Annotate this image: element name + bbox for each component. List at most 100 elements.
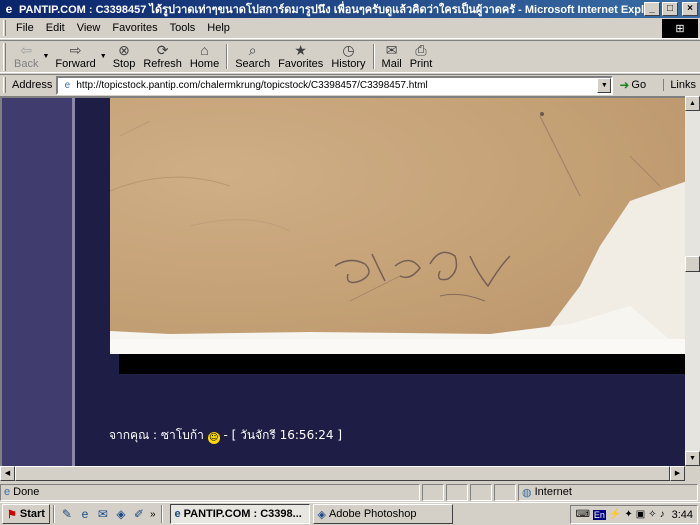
favorites-folder-icon: ★ [294,42,307,58]
system-tray: ⌨ En ⚡ ✦ ▣ ✧ ♪ 3:44 [570,505,698,524]
go-arrow-icon: ➜ [619,78,630,92]
title-bar: e PANTIP.COM : C3398457 ได้รูปวาดเท่าๆขน… [0,0,700,18]
task-photoshop[interactable]: ◈ Adobe Photoshop [312,504,453,524]
tool-quicklaunch-icon[interactable]: ✐ [130,505,148,523]
show-desktop-icon[interactable]: ✎ [58,505,76,523]
address-url[interactable]: http://topicstock.pantip.com/chalermkrun… [76,80,597,91]
status-text-cell: e Done [0,483,420,501]
ie-task-icon: e [174,508,181,520]
window-title: PANTIP.COM : C3398457 ได้รูปวาดเท่าๆขนาด… [19,4,644,16]
monitor-icon[interactable]: ▣ [636,509,645,520]
menu-edit[interactable]: Edit [40,22,71,34]
refresh-label: Refresh [143,58,182,70]
menu-grip[interactable] [3,20,6,36]
tray-app-icon[interactable]: ✦ [624,509,632,520]
favorites-button[interactable]: ★ Favorites [274,41,327,72]
keyboard-icon[interactable]: ⌨ [575,509,589,520]
search-icon: ⌕ [248,42,257,58]
left-sidebar-panel [2,98,72,466]
ie-quicklaunch-icon[interactable]: e [76,505,94,523]
horizontal-scroll-thumb[interactable] [15,466,670,481]
quicklaunch-more-icon[interactable]: » [150,509,156,520]
forward-dropdown-icon[interactable]: ▼ [100,53,107,60]
toolbar: ⇦ Back ▼ ⇨ Forward ▼ ⊗ Stop ⟳ Refresh ⌂ … [0,40,700,73]
clock[interactable]: 3:44 [672,509,693,521]
start-button[interactable]: ⚑ Start [2,504,50,524]
smiley-icon: ☺ [207,432,220,444]
windows-logo-icon: ⊞ [662,19,698,38]
favorites-label: Favorites [278,58,324,70]
address-dropdown-icon[interactable]: ▼ [597,77,612,93]
print-label: Print [409,58,433,70]
page-content: จากคุณ : ซาโบก้า ☺ - [ วันจักรี 16:56:24… [0,96,685,466]
back-button[interactable]: ⇦ Back [10,41,42,72]
toolbar-separator [226,44,229,69]
status-bar: e Done ◍ Internet [0,482,700,502]
history-label: History [331,58,366,70]
printer-icon: ⎙ [415,42,427,58]
menu-view[interactable]: View [71,22,107,34]
status-cell-empty [446,483,468,501]
vertical-scrollbar[interactable]: ▲ ▼ [685,96,700,466]
refresh-icon: ⟳ [156,42,169,58]
left-panel-border [72,98,75,466]
language-indicator[interactable]: En [592,509,606,520]
go-button[interactable]: ➜ Go [619,78,646,92]
windows-flag-icon: ⚑ [7,508,17,521]
taskbar-separator [160,505,163,523]
start-label: Start [19,508,45,520]
search-label: Search [235,58,271,70]
postcard-drawing-image [110,98,685,354]
toolbar-grip[interactable] [3,42,6,71]
print-button[interactable]: ⎙ Print [406,41,437,72]
post-author: จากคุณ : ซาโบก้า [109,428,204,442]
scrollbar-corner [685,466,700,481]
status-cell-empty [470,483,492,501]
history-icon: ◷ [342,42,355,58]
menu-file[interactable]: File [10,22,40,34]
taskbar-separator [52,505,55,523]
scroll-up-icon[interactable]: ▲ [685,96,700,111]
back-label: Back [14,58,39,70]
home-button[interactable]: ⌂ Home [186,41,223,72]
forward-button[interactable]: ⇨ Forward [51,41,99,72]
task-photoshop-label: Adobe Photoshop [328,508,417,520]
scroll-down-icon[interactable]: ▼ [685,451,700,466]
search-button[interactable]: ⌕ Search [231,41,274,72]
menu-favorites[interactable]: Favorites [106,22,163,34]
close-button[interactable]: × [682,2,698,16]
forward-label: Forward [55,58,96,70]
photoshop-quicklaunch-icon[interactable]: ◈ [112,505,130,523]
back-arrow-icon: ⇦ [20,42,33,58]
horizontal-scrollbar[interactable]: ◀ ▶ [0,466,685,481]
volume-icon[interactable]: ♪ [660,509,665,520]
tray-app-icon[interactable]: ⚡ [609,509,621,520]
scroll-right-icon[interactable]: ▶ [670,466,685,481]
refresh-button[interactable]: ⟳ Refresh [139,41,186,72]
page-icon: e [64,79,71,91]
history-button[interactable]: ◷ History [327,41,369,72]
menu-help[interactable]: Help [201,22,236,34]
address-grip[interactable] [3,77,6,93]
stop-label: Stop [112,58,136,70]
mail-button[interactable]: ✉ Mail [378,41,406,72]
home-label: Home [189,58,220,70]
status-cell-empty [422,483,444,501]
menu-tools[interactable]: Tools [164,22,202,34]
scroll-left-icon[interactable]: ◀ [0,466,15,481]
post-author-line: จากคุณ : ซาโบก้า ☺ - [ วันจักรี 16:56:24… [109,426,342,445]
address-input[interactable]: e http://topicstock.pantip.com/chalermkr… [56,75,614,95]
photoshop-task-icon: ◈ [317,508,326,521]
menu-bar: File Edit View Favorites Tools Help ⊞ [0,18,700,39]
task-pantip[interactable]: e PANTIP.COM : C3398... [169,504,310,524]
vertical-scroll-thumb[interactable] [685,256,700,272]
stop-button[interactable]: ⊗ Stop [109,41,140,72]
page-done-icon: e [4,486,11,498]
links-toolbar[interactable]: Links [663,79,696,91]
maximize-button[interactable]: □ [662,2,678,16]
back-dropdown-icon[interactable]: ▼ [42,53,49,60]
outlook-quicklaunch-icon[interactable]: ✉ [94,505,112,523]
minimize-button[interactable]: _ [644,2,660,16]
mail-label: Mail [381,58,402,70]
tray-app-icon[interactable]: ✧ [648,509,656,520]
